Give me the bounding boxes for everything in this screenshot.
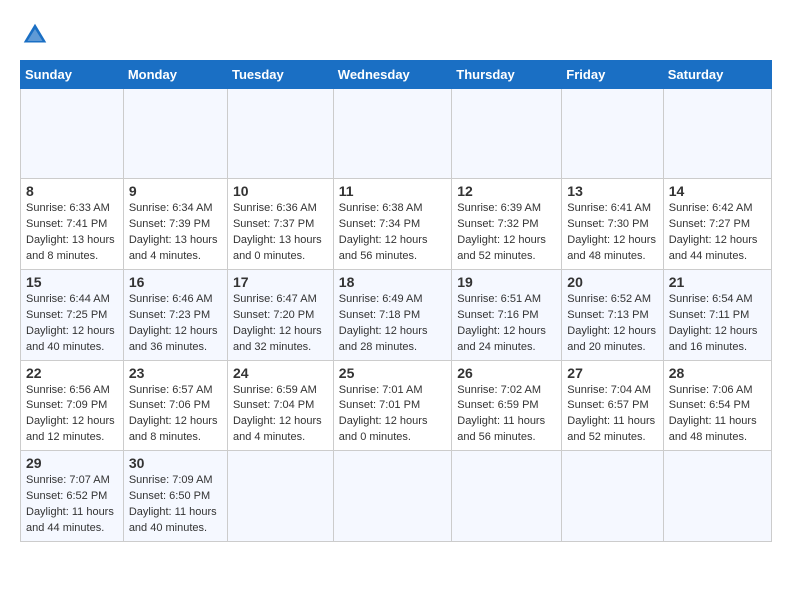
calendar-cell: 9 Sunrise: 6:34 AMSunset: 7:39 PMDaylight… <box>123 179 227 270</box>
day-number: 22 <box>26 365 118 381</box>
day-number: 29 <box>26 455 118 471</box>
day-number: 13 <box>567 183 657 199</box>
calendar-cell <box>123 89 227 179</box>
calendar-cell: 21 Sunrise: 6:54 AMSunset: 7:11 PMDayligh… <box>663 269 771 360</box>
day-info: Sunrise: 6:52 AMSunset: 7:13 PMDaylight:… <box>567 292 657 356</box>
day-number: 27 <box>567 365 657 381</box>
day-info: Sunrise: 6:47 AMSunset: 7:20 PMDaylight:… <box>233 292 328 356</box>
calendar-cell: 17 Sunrise: 6:47 AMSunset: 7:20 PMDayligh… <box>227 269 333 360</box>
day-number: 19 <box>457 274 556 290</box>
day-info: Sunrise: 7:01 AMSunset: 7:01 PMDaylight:… <box>339 383 446 447</box>
logo-icon <box>20 20 50 50</box>
day-info: Sunrise: 7:06 AMSunset: 6:54 PMDaylight:… <box>669 383 766 447</box>
day-info: Sunrise: 6:56 AMSunset: 7:09 PMDaylight:… <box>26 383 118 447</box>
calendar-cell: 10 Sunrise: 6:36 AMSunset: 7:37 PMDayligh… <box>227 179 333 270</box>
calendar-cell <box>452 451 562 542</box>
col-header-sunday: Sunday <box>21 61 124 89</box>
day-number: 23 <box>129 365 222 381</box>
calendar-cell: 11 Sunrise: 6:38 AMSunset: 7:34 PMDayligh… <box>333 179 451 270</box>
day-info: Sunrise: 6:34 AMSunset: 7:39 PMDaylight:… <box>129 201 222 265</box>
calendar-cell <box>562 89 663 179</box>
calendar-cell: 23 Sunrise: 6:57 AMSunset: 7:06 PMDayligh… <box>123 360 227 451</box>
calendar-cell <box>562 451 663 542</box>
day-info: Sunrise: 6:36 AMSunset: 7:37 PMDaylight:… <box>233 201 328 265</box>
calendar-cell: 20 Sunrise: 6:52 AMSunset: 7:13 PMDayligh… <box>562 269 663 360</box>
calendar-cell <box>227 89 333 179</box>
calendar-cell: 19 Sunrise: 6:51 AMSunset: 7:16 PMDayligh… <box>452 269 562 360</box>
col-header-monday: Monday <box>123 61 227 89</box>
calendar-cell <box>333 451 451 542</box>
day-info: Sunrise: 7:07 AMSunset: 6:52 PMDaylight:… <box>26 473 118 537</box>
logo <box>20 20 54 50</box>
calendar-cell: 13 Sunrise: 6:41 AMSunset: 7:30 PMDayligh… <box>562 179 663 270</box>
week-row-5: 29 Sunrise: 7:07 AMSunset: 6:52 PMDayligh… <box>21 451 772 542</box>
day-number: 26 <box>457 365 556 381</box>
day-number: 14 <box>669 183 766 199</box>
calendar-cell: 26 Sunrise: 7:02 AMSunset: 6:59 PMDayligh… <box>452 360 562 451</box>
week-row-3: 15 Sunrise: 6:44 AMSunset: 7:25 PMDayligh… <box>21 269 772 360</box>
day-number: 25 <box>339 365 446 381</box>
day-info: Sunrise: 6:46 AMSunset: 7:23 PMDaylight:… <box>129 292 222 356</box>
col-header-tuesday: Tuesday <box>227 61 333 89</box>
day-number: 17 <box>233 274 328 290</box>
day-number: 8 <box>26 183 118 199</box>
day-info: Sunrise: 7:09 AMSunset: 6:50 PMDaylight:… <box>129 473 222 537</box>
calendar-cell: 18 Sunrise: 6:49 AMSunset: 7:18 PMDayligh… <box>333 269 451 360</box>
col-header-saturday: Saturday <box>663 61 771 89</box>
day-info: Sunrise: 6:51 AMSunset: 7:16 PMDaylight:… <box>457 292 556 356</box>
calendar-cell: 25 Sunrise: 7:01 AMSunset: 7:01 PMDayligh… <box>333 360 451 451</box>
day-number: 16 <box>129 274 222 290</box>
calendar-cell: 29 Sunrise: 7:07 AMSunset: 6:52 PMDayligh… <box>21 451 124 542</box>
day-number: 10 <box>233 183 328 199</box>
page-header <box>20 20 772 50</box>
day-number: 20 <box>567 274 657 290</box>
calendar-cell <box>663 89 771 179</box>
calendar-cell: 22 Sunrise: 6:56 AMSunset: 7:09 PMDayligh… <box>21 360 124 451</box>
calendar-cell: 24 Sunrise: 6:59 AMSunset: 7:04 PMDayligh… <box>227 360 333 451</box>
week-row-1 <box>21 89 772 179</box>
week-row-4: 22 Sunrise: 6:56 AMSunset: 7:09 PMDayligh… <box>21 360 772 451</box>
calendar-cell <box>452 89 562 179</box>
day-number: 12 <box>457 183 556 199</box>
calendar-cell: 28 Sunrise: 7:06 AMSunset: 6:54 PMDayligh… <box>663 360 771 451</box>
day-info: Sunrise: 6:44 AMSunset: 7:25 PMDaylight:… <box>26 292 118 356</box>
day-info: Sunrise: 6:59 AMSunset: 7:04 PMDaylight:… <box>233 383 328 447</box>
day-number: 15 <box>26 274 118 290</box>
calendar-cell: 15 Sunrise: 6:44 AMSunset: 7:25 PMDayligh… <box>21 269 124 360</box>
calendar-cell <box>333 89 451 179</box>
calendar-table: SundayMondayTuesdayWednesdayThursdayFrid… <box>20 60 772 542</box>
day-info: Sunrise: 6:38 AMSunset: 7:34 PMDaylight:… <box>339 201 446 265</box>
calendar-cell: 12 Sunrise: 6:39 AMSunset: 7:32 PMDayligh… <box>452 179 562 270</box>
day-number: 30 <box>129 455 222 471</box>
day-info: Sunrise: 6:49 AMSunset: 7:18 PMDaylight:… <box>339 292 446 356</box>
calendar-cell: 27 Sunrise: 7:04 AMSunset: 6:57 PMDayligh… <box>562 360 663 451</box>
day-info: Sunrise: 6:42 AMSunset: 7:27 PMDaylight:… <box>669 201 766 265</box>
day-number: 18 <box>339 274 446 290</box>
day-number: 11 <box>339 183 446 199</box>
day-number: 28 <box>669 365 766 381</box>
day-number: 21 <box>669 274 766 290</box>
calendar-cell <box>663 451 771 542</box>
calendar-cell: 14 Sunrise: 6:42 AMSunset: 7:27 PMDayligh… <box>663 179 771 270</box>
calendar-cell <box>227 451 333 542</box>
day-info: Sunrise: 6:39 AMSunset: 7:32 PMDaylight:… <box>457 201 556 265</box>
day-info: Sunrise: 7:02 AMSunset: 6:59 PMDaylight:… <box>457 383 556 447</box>
calendar-cell <box>21 89 124 179</box>
day-info: Sunrise: 6:57 AMSunset: 7:06 PMDaylight:… <box>129 383 222 447</box>
day-number: 9 <box>129 183 222 199</box>
day-info: Sunrise: 7:04 AMSunset: 6:57 PMDaylight:… <box>567 383 657 447</box>
day-info: Sunrise: 6:54 AMSunset: 7:11 PMDaylight:… <box>669 292 766 356</box>
day-info: Sunrise: 6:41 AMSunset: 7:30 PMDaylight:… <box>567 201 657 265</box>
calendar-cell: 30 Sunrise: 7:09 AMSunset: 6:50 PMDayligh… <box>123 451 227 542</box>
calendar-cell: 8 Sunrise: 6:33 AMSunset: 7:41 PMDaylight… <box>21 179 124 270</box>
day-info: Sunrise: 6:33 AMSunset: 7:41 PMDaylight:… <box>26 201 118 265</box>
calendar-cell: 16 Sunrise: 6:46 AMSunset: 7:23 PMDayligh… <box>123 269 227 360</box>
col-header-thursday: Thursday <box>452 61 562 89</box>
day-number: 24 <box>233 365 328 381</box>
col-header-friday: Friday <box>562 61 663 89</box>
week-row-2: 8 Sunrise: 6:33 AMSunset: 7:41 PMDaylight… <box>21 179 772 270</box>
col-header-wednesday: Wednesday <box>333 61 451 89</box>
